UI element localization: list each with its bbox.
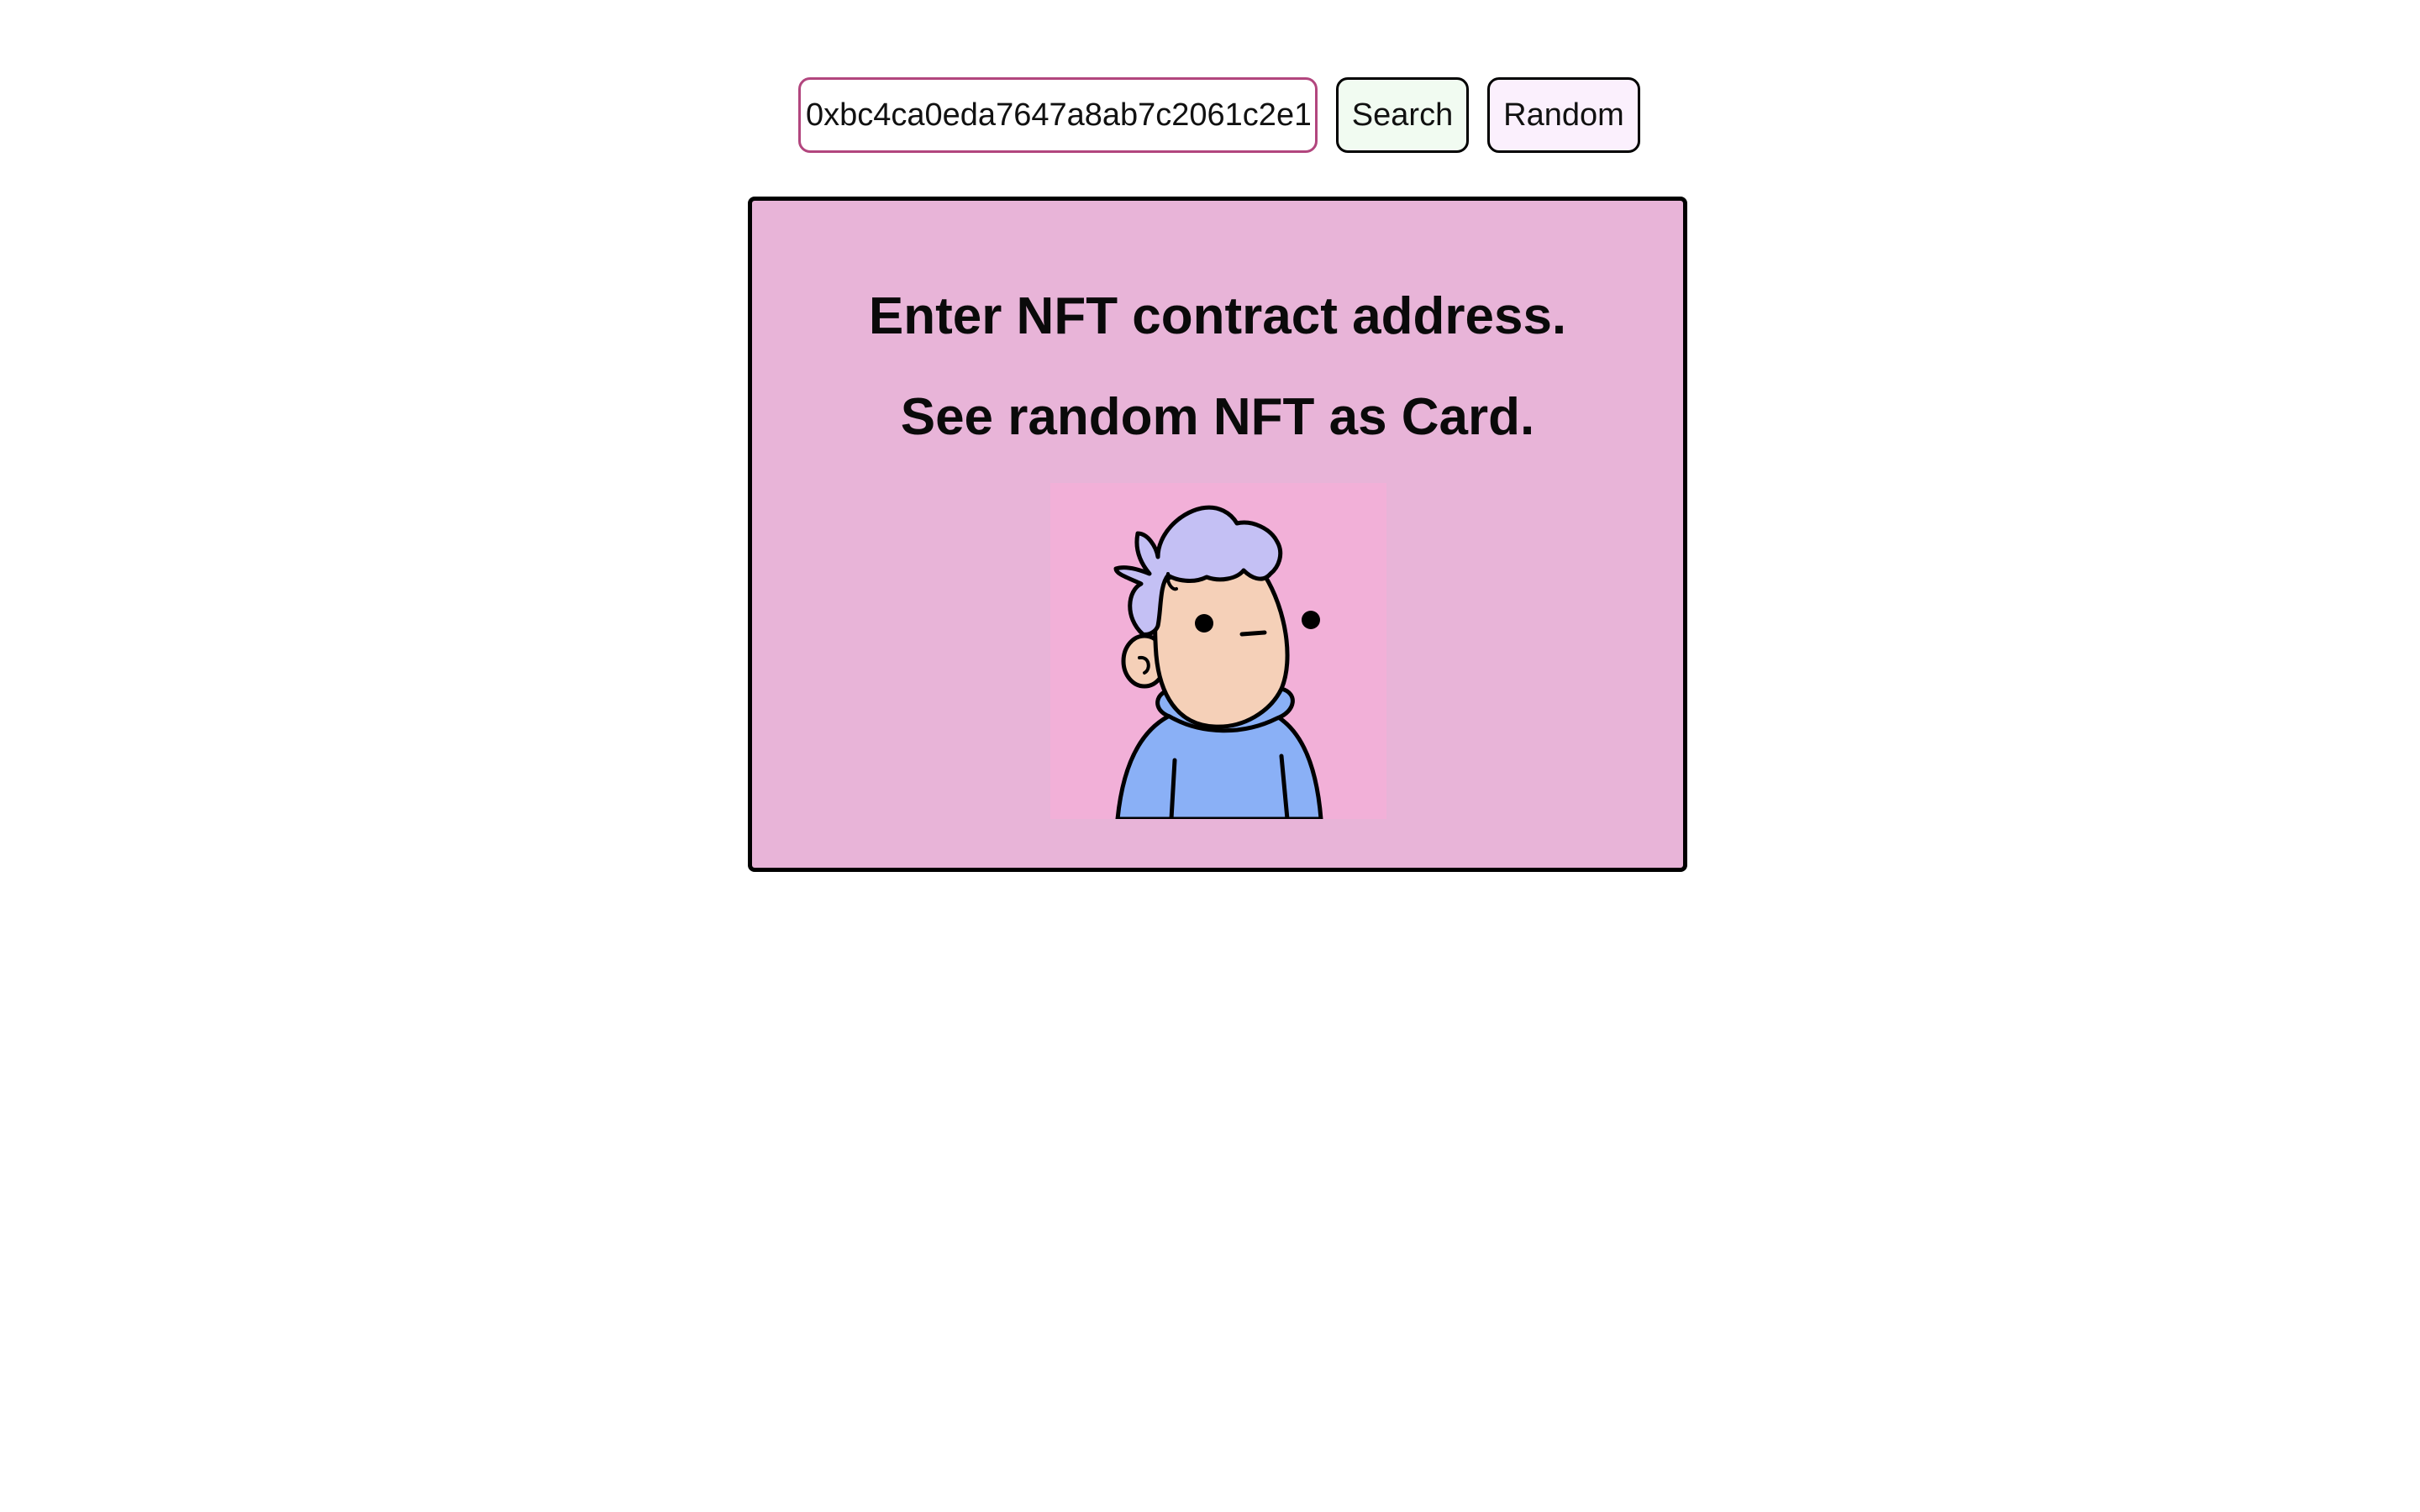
page: Search Random Enter NFT contract address… — [0, 0, 2420, 1512]
cartoon-avatar-icon — [1113, 505, 1323, 819]
earring-dot — [1302, 611, 1320, 629]
nft-card: Enter NFT contract address. See random N… — [748, 197, 1687, 872]
search-bar: Search Random — [798, 77, 1640, 153]
contract-address-input[interactable] — [798, 77, 1318, 153]
card-instruction-line-2: See random NFT as Card. — [900, 388, 1535, 446]
search-button[interactable]: Search — [1336, 77, 1469, 153]
random-button[interactable]: Random — [1487, 77, 1640, 153]
nft-image — [1050, 483, 1386, 819]
left-eye — [1195, 614, 1213, 633]
card-instruction-line-1: Enter NFT contract address. — [868, 287, 1567, 345]
right-eye-wink — [1239, 630, 1267, 637]
